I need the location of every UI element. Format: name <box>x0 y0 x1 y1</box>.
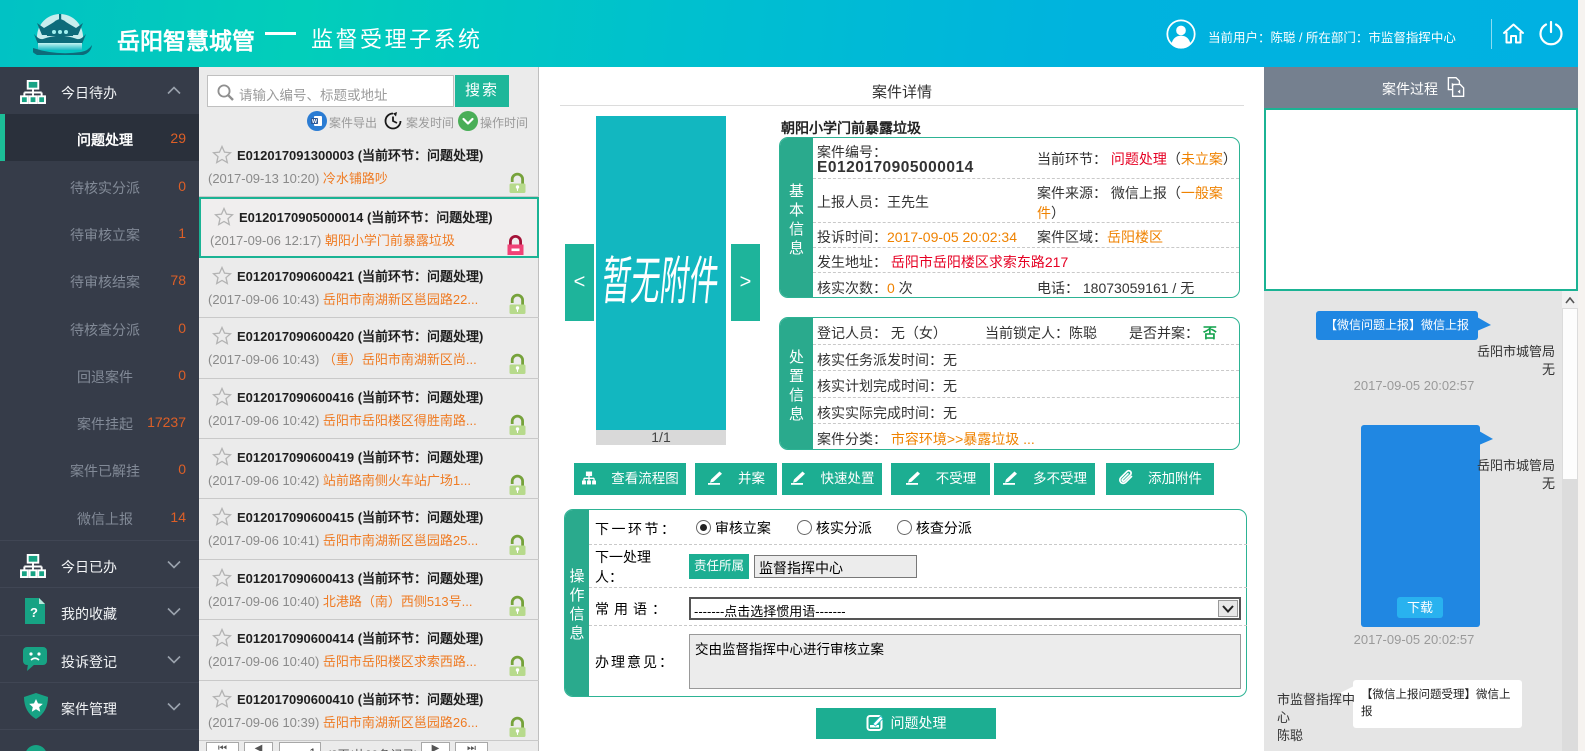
svg-text:?: ? <box>30 605 38 620</box>
svg-text:W: W <box>312 119 318 125</box>
